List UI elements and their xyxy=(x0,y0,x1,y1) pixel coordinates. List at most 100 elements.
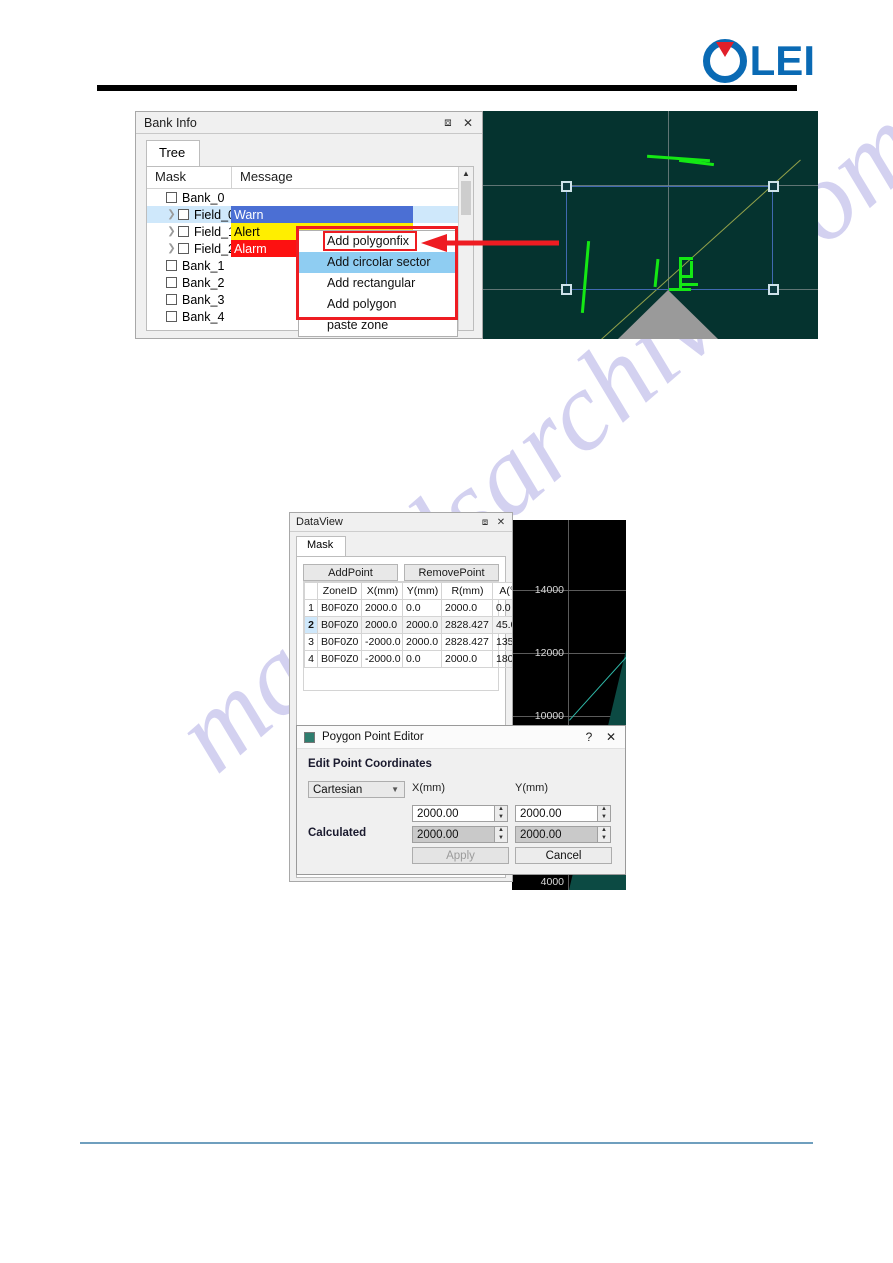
points-table: ZoneIDX(mm)Y(mm)R(mm)A(°) 1B0F0Z02000.00… xyxy=(304,582,512,668)
points-table-cell: 2000.0 xyxy=(402,633,442,651)
radar-viewport[interactable] xyxy=(483,111,818,339)
x-value-input[interactable]: 2000.00 ▲ ▼ xyxy=(412,805,508,822)
row-checkbox[interactable] xyxy=(178,226,189,237)
points-table-column-header: ZoneID xyxy=(317,582,362,600)
tree-row[interactable]: ❯Bank_0 xyxy=(147,189,473,206)
points-table-cell: 2000.0 xyxy=(361,599,403,617)
calculated-y-text: 2000.00 xyxy=(520,828,562,841)
selection-handle[interactable] xyxy=(561,181,572,192)
app-icon xyxy=(304,731,315,743)
tree-row-label: Bank_1 xyxy=(182,258,225,273)
editor-body: Edit Point Coordinates Cartesian ▼ X(mm)… xyxy=(297,749,625,881)
row-checkbox[interactable] xyxy=(166,260,177,271)
coord-mode-select[interactable]: Cartesian ▼ xyxy=(308,781,405,798)
scroll-up-icon[interactable]: ▲ xyxy=(459,167,473,181)
row-checkbox[interactable] xyxy=(166,192,177,203)
context-menu-item[interactable]: Add circolar sector xyxy=(299,252,457,273)
calculated-x-input: 2000.00 ▲ ▼ xyxy=(412,826,508,843)
close-icon[interactable]: ✕ xyxy=(493,514,509,530)
points-table-cell: 2000.0 xyxy=(441,599,493,617)
points-table-row[interactable]: 2B0F0Z02000.02000.02828.42745.0 xyxy=(304,616,512,634)
bank-info-titlebar: Bank Info ⧈ ✕ xyxy=(136,112,482,134)
tree-row-label: Bank_0 xyxy=(182,190,225,205)
tree-column-headers: Mask Message xyxy=(147,167,473,189)
tab-tree[interactable]: Tree xyxy=(146,140,201,166)
points-table-column-header: Y(mm) xyxy=(402,582,442,600)
expand-chevron-icon[interactable]: ❯ xyxy=(165,226,178,237)
tree-row-label: Bank_2 xyxy=(182,275,225,290)
zone-selection-rect[interactable] xyxy=(566,186,773,290)
olei-o-mark-icon xyxy=(702,39,747,83)
scan-point-cluster xyxy=(682,283,698,286)
tab-mask[interactable]: Mask xyxy=(296,536,347,556)
tree-row-label: Field_1 xyxy=(194,224,235,239)
row-checkbox[interactable] xyxy=(178,243,189,254)
column-header-mask: Mask xyxy=(147,167,232,188)
selection-handle[interactable] xyxy=(768,284,779,295)
status-badge: Warn xyxy=(231,206,413,223)
context-menu-item[interactable]: Add polygon xyxy=(299,294,457,315)
points-table-wrapper: ZoneIDX(mm)Y(mm)R(mm)A(°) 1B0F0Z02000.00… xyxy=(303,581,512,691)
polygon-point-editor-dialog: Poygon Point Editor ? ✕ Edit Point Coord… xyxy=(296,725,626,875)
help-icon[interactable]: ? xyxy=(578,727,600,747)
x-spinner-buttons[interactable]: ▲ ▼ xyxy=(494,806,507,821)
points-table-cell: 0.0 xyxy=(402,650,442,668)
y-value-input[interactable]: 2000.00 ▲ ▼ xyxy=(515,805,611,822)
selection-handle[interactable] xyxy=(561,284,572,295)
points-table-cell: B0F0Z0 xyxy=(317,599,362,617)
row-number: 3 xyxy=(304,633,318,651)
point-buttons: AddPoint RemovePoint xyxy=(303,564,499,581)
points-table-cell: 0.0 xyxy=(492,599,512,617)
y-spinner-buttons[interactable]: ▲ ▼ xyxy=(597,806,610,821)
close-icon[interactable]: ✕ xyxy=(458,114,478,132)
editor-fields: Cartesian ▼ X(mm) Y(mm) 2000.00 ▲ ▼ 2000.… xyxy=(308,781,614,881)
scrollbar-thumb[interactable] xyxy=(461,181,471,215)
chart-gridline xyxy=(512,716,626,717)
column-header-message: Message xyxy=(240,169,293,184)
context-menu-item[interactable]: paste zone xyxy=(299,315,457,336)
row-checkbox[interactable] xyxy=(166,311,177,322)
points-table-row[interactable]: 4B0F0Z0-2000.00.02000.0180.0 xyxy=(304,650,512,668)
remove-point-button[interactable]: RemovePoint xyxy=(404,564,499,581)
context-menu-item[interactable]: Add polygonfix xyxy=(299,231,457,252)
calculated-x-text: 2000.00 xyxy=(417,828,459,841)
points-table-row[interactable]: 1 B0F0Z0 2000.0 0.0 2000.0 0.0 xyxy=(304,599,512,617)
cancel-button[interactable]: Cancel xyxy=(515,847,612,864)
row-checkbox[interactable] xyxy=(166,277,177,288)
apply-button[interactable]: Apply xyxy=(412,847,509,864)
row-checkbox[interactable] xyxy=(178,209,189,220)
y-value-text: 2000.00 xyxy=(520,807,562,820)
editor-title: Poygon Point Editor xyxy=(322,731,424,743)
points-table-cell: B0F0Z0 xyxy=(317,633,362,651)
points-table-cell: 2000.0 xyxy=(402,616,442,634)
chart-gridline xyxy=(512,653,626,654)
dataview-tabstrip: Mask xyxy=(296,536,512,556)
tree-row[interactable]: ❯ Field_0 Warn xyxy=(147,206,473,223)
points-table-cell: 45.0 xyxy=(492,616,512,634)
y-column-label: Y(mm) xyxy=(515,782,548,794)
points-table-cell: 2828.427 xyxy=(441,616,493,634)
points-table-row[interactable]: 3B0F0Z0-2000.02000.02828.427135.0 xyxy=(304,633,512,651)
close-icon[interactable]: ✕ xyxy=(600,727,622,747)
row-checkbox[interactable] xyxy=(166,294,177,305)
selection-handle[interactable] xyxy=(768,181,779,192)
calculated-x-spinner[interactable]: ▲ ▼ xyxy=(494,827,507,842)
bank-info-title: Bank Info xyxy=(144,115,197,130)
expand-chevron-icon[interactable]: ❯ xyxy=(165,243,178,254)
row-number: 2 xyxy=(304,616,318,634)
expand-chevron-icon[interactable]: ❯ xyxy=(165,209,178,220)
chart-tick-label: 12000 xyxy=(534,647,564,659)
scan-point-cluster xyxy=(679,257,693,260)
context-menu-item[interactable]: Add rectangular xyxy=(299,273,457,294)
zone-context-menu: Add polygonfix Add circolar sector Add rec… xyxy=(298,230,458,337)
add-point-button[interactable]: AddPoint xyxy=(303,564,398,581)
restore-icon[interactable]: ⧈ xyxy=(477,514,493,530)
page-header: LEI xyxy=(0,0,893,105)
tree-scrollbar[interactable]: ▲ xyxy=(458,167,473,330)
points-table-cell: -2000.0 xyxy=(361,633,403,651)
points-table-cell: -2000.0 xyxy=(361,650,403,668)
restore-icon[interactable]: ⧈ xyxy=(438,114,458,132)
scan-point-cluster xyxy=(682,275,693,278)
calculated-y-spinner[interactable]: ▲ ▼ xyxy=(597,827,610,842)
sensor-fov-cone xyxy=(618,290,718,339)
